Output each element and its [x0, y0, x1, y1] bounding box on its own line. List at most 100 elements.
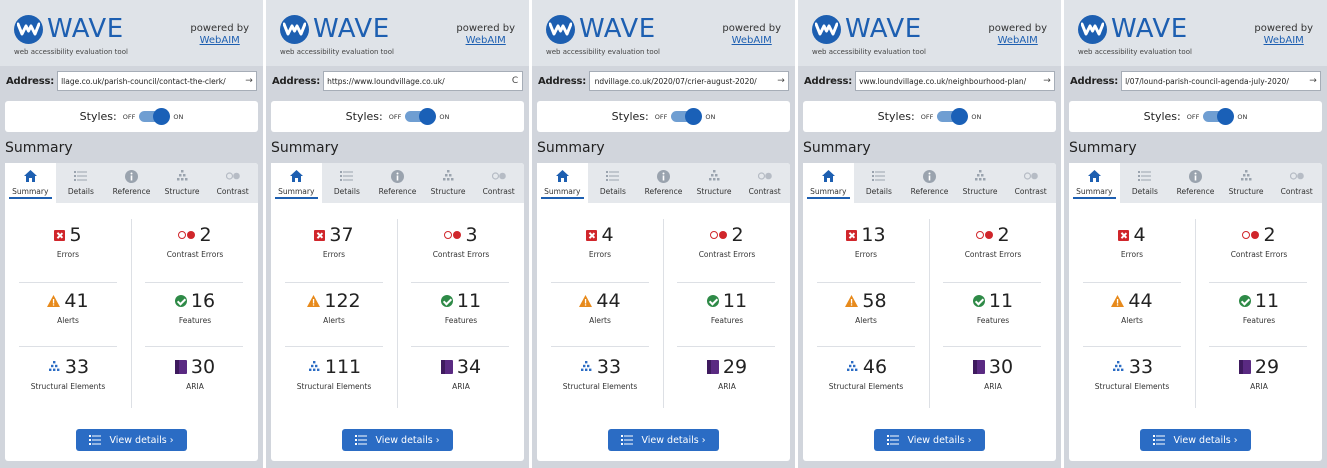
aria-stat[interactable]: 29 ARIA [664, 351, 790, 401]
address-value[interactable]: llage.co.uk/parish-council/contact-the-c… [61, 77, 242, 86]
address-value[interactable]: ndvillage.co.uk/2020/07/crier-august-202… [593, 77, 774, 86]
features-stat[interactable]: 11 Features [398, 285, 524, 335]
contrast-stat[interactable]: 2 Contrast Errors [664, 219, 790, 269]
features-stat[interactable]: 16 Features [132, 285, 258, 335]
tab-contrast[interactable]: Contrast [739, 163, 790, 203]
view-details-button[interactable]: View details › [874, 429, 985, 451]
arrow-right-icon[interactable]: → [242, 76, 256, 86]
alerts-stat[interactable]: 44 Alerts [537, 285, 663, 335]
tab-summary[interactable]: Summary [537, 163, 588, 203]
tab-contrast[interactable]: Contrast [473, 163, 524, 203]
structural-stat[interactable]: 111 Structural Elements [271, 351, 397, 401]
tab-details[interactable]: Details [1120, 163, 1171, 203]
tab-reference[interactable]: Reference [904, 163, 955, 203]
tab-details[interactable]: Details [322, 163, 373, 203]
features-stat[interactable]: 11 Features [930, 285, 1056, 335]
address-value[interactable]: https://www.loundvillage.co.uk/ [327, 77, 508, 86]
webaim-link[interactable]: WebAIM [988, 35, 1047, 47]
toggle-knob[interactable] [419, 108, 437, 125]
view-details-button[interactable]: View details › [76, 429, 187, 451]
styles-toggle[interactable] [937, 108, 969, 125]
address-input[interactable]: llage.co.uk/parish-council/contact-the-c… [57, 71, 257, 91]
address-value[interactable]: l/07/lound-parish-council-agenda-july-20… [1125, 77, 1306, 86]
alerts-stat[interactable]: 44 Alerts [1069, 285, 1195, 335]
tab-structure[interactable]: Structure [157, 163, 208, 203]
wave-logo[interactable]: WAVE [280, 14, 390, 44]
contrast-icon [225, 168, 241, 184]
tab-reference[interactable]: Reference [106, 163, 157, 203]
tab-contrast[interactable]: Contrast [1271, 163, 1322, 203]
tab-reference[interactable]: Reference [1170, 163, 1221, 203]
alerts-stat[interactable]: 58 Alerts [803, 285, 929, 335]
tab-summary[interactable]: Summary [5, 163, 56, 203]
aria-stat[interactable]: 29 ARIA [1196, 351, 1322, 401]
address-input[interactable]: vww.loundvillage.co.uk/neighbourhood-pla… [855, 71, 1055, 91]
refresh-icon[interactable]: C [508, 76, 522, 86]
address-input[interactable]: ndvillage.co.uk/2020/07/crier-august-202… [589, 71, 789, 91]
errors-stat[interactable]: 4 Errors [537, 219, 663, 269]
address-input[interactable]: https://www.loundvillage.co.uk/ C [323, 71, 523, 91]
arrow-right-icon[interactable]: → [1306, 76, 1320, 86]
view-details-button[interactable]: View details › [1140, 429, 1251, 451]
tab-contrast[interactable]: Contrast [207, 163, 258, 203]
tab-details[interactable]: Details [854, 163, 905, 203]
tab-reference[interactable]: Reference [372, 163, 423, 203]
tab-details[interactable]: Details [56, 163, 107, 203]
styles-toggle[interactable] [139, 108, 171, 125]
address-input[interactable]: l/07/lound-parish-council-agenda-july-20… [1121, 71, 1321, 91]
alerts-stat[interactable]: 41 Alerts [5, 285, 131, 335]
tab-details[interactable]: Details [588, 163, 639, 203]
structural-stat[interactable]: 46 Structural Elements [803, 351, 929, 401]
webaim-link[interactable]: WebAIM [1254, 35, 1313, 47]
structural-stat[interactable]: 33 Structural Elements [1069, 351, 1195, 401]
tab-reference[interactable]: Reference [638, 163, 689, 203]
contrast-stat[interactable]: 2 Contrast Errors [1196, 219, 1322, 269]
tab-summary[interactable]: Summary [1069, 163, 1120, 203]
tab-contrast[interactable]: Contrast [1005, 163, 1056, 203]
styles-toggle[interactable] [1203, 108, 1235, 125]
tab-structure[interactable]: Structure [955, 163, 1006, 203]
tab-structure[interactable]: Structure [1221, 163, 1272, 203]
wave-logo[interactable]: WAVE [14, 14, 124, 44]
alerts-label: Alerts [323, 316, 345, 325]
styles-toggle[interactable] [405, 108, 437, 125]
webaim-link[interactable]: WebAIM [190, 35, 249, 47]
toggle-knob[interactable] [1217, 108, 1235, 125]
wave-logo[interactable]: WAVE [1078, 14, 1188, 44]
features-stat[interactable]: 11 Features [1196, 285, 1322, 335]
address-value[interactable]: vww.loundvillage.co.uk/neighbourhood-pla… [859, 77, 1040, 86]
home-icon [820, 168, 836, 184]
wave-logo[interactable]: WAVE [546, 14, 656, 44]
errors-stat[interactable]: 13 Errors [803, 219, 929, 269]
toggle-knob[interactable] [685, 108, 703, 125]
errors-stat[interactable]: 37 Errors [271, 219, 397, 269]
webaim-link[interactable]: WebAIM [722, 35, 781, 47]
webaim-link[interactable]: WebAIM [456, 35, 515, 47]
errors-stat[interactable]: 5 Errors [5, 219, 131, 269]
aria-stat[interactable]: 30 ARIA [132, 351, 258, 401]
view-details-button[interactable]: View details › [342, 429, 453, 451]
arrow-right-icon[interactable]: → [1040, 76, 1054, 86]
aria-stat[interactable]: 30 ARIA [930, 351, 1056, 401]
tab-summary[interactable]: Summary [271, 163, 322, 203]
wave-logo[interactable]: WAVE [812, 14, 922, 44]
toggle-knob[interactable] [153, 108, 171, 125]
tab-label: Contrast [482, 187, 515, 196]
info-icon [921, 168, 937, 184]
contrast-stat[interactable]: 3 Contrast Errors [398, 219, 524, 269]
features-stat[interactable]: 11 Features [664, 285, 790, 335]
contrast-stat[interactable]: 2 Contrast Errors [930, 219, 1056, 269]
view-details-button[interactable]: View details › [608, 429, 719, 451]
errors-stat[interactable]: 4 Errors [1069, 219, 1195, 269]
tab-structure[interactable]: Structure [423, 163, 474, 203]
styles-toggle[interactable] [671, 108, 703, 125]
toggle-knob[interactable] [951, 108, 969, 125]
contrast-stat[interactable]: 2 Contrast Errors [132, 219, 258, 269]
aria-stat[interactable]: 34 ARIA [398, 351, 524, 401]
structural-stat[interactable]: 33 Structural Elements [537, 351, 663, 401]
alerts-stat[interactable]: 122 Alerts [271, 285, 397, 335]
tab-summary[interactable]: Summary [803, 163, 854, 203]
structural-stat[interactable]: 33 Structural Elements [5, 351, 131, 401]
tab-structure[interactable]: Structure [689, 163, 740, 203]
arrow-right-icon[interactable]: → [774, 76, 788, 86]
